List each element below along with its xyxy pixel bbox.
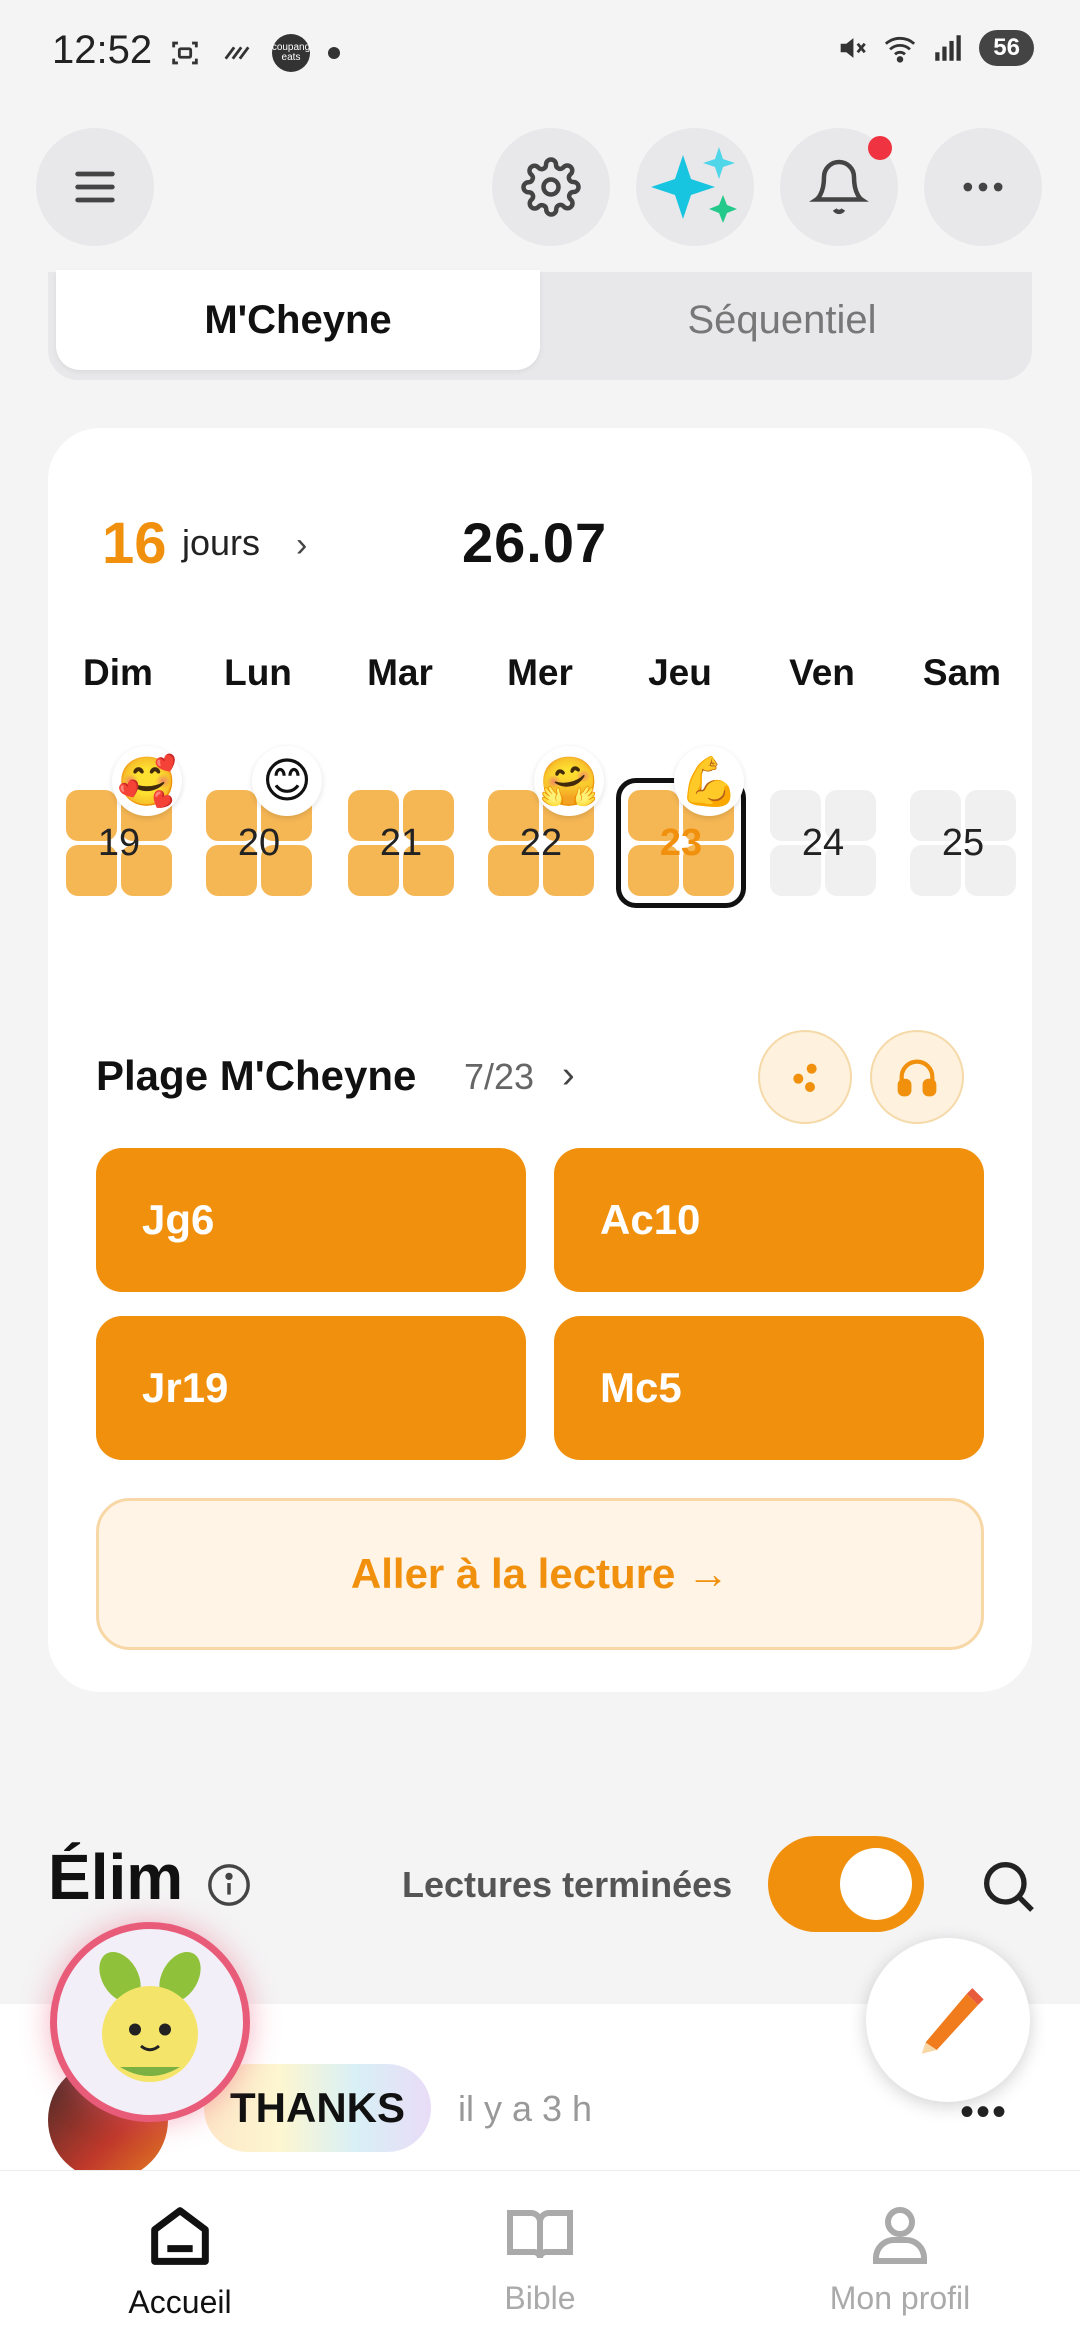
- streak-count[interactable]: 16: [102, 510, 167, 577]
- wifi-icon: [885, 36, 916, 63]
- notification-badge: [868, 136, 892, 160]
- chevron-right-icon[interactable]: ›: [562, 1054, 575, 1097]
- ai-assistant-button[interactable]: [636, 128, 754, 246]
- emoji-badge: 🥰: [112, 746, 182, 816]
- go-to-reading-button[interactable]: Aller à la lecture →: [96, 1498, 984, 1650]
- mascot-icon: [99, 1951, 201, 2082]
- signal-lines-icon: [224, 46, 250, 60]
- dots-cluster-icon: [793, 1063, 817, 1092]
- emoji-badge: 😊: [252, 746, 322, 816]
- home-icon: [151, 2207, 209, 2265]
- weekday-label: Lun: [224, 652, 292, 693]
- weekday-label: Dim: [83, 652, 153, 693]
- passage-button[interactable]: Mc5: [554, 1316, 984, 1460]
- nav-bible[interactable]: Bible: [430, 2198, 650, 2317]
- tab-mcheyne[interactable]: M'Cheyne: [56, 270, 540, 370]
- search-icon[interactable]: [976, 1854, 1040, 1918]
- hamburger-icon: [75, 171, 115, 203]
- weekday-label: Ven: [789, 652, 855, 693]
- finished-readings-label: Lectures terminées: [402, 1864, 733, 1905]
- day-cell[interactable]: 24: [770, 790, 876, 896]
- write-post-button[interactable]: [866, 1938, 1030, 2102]
- menu-button[interactable]: [36, 128, 154, 246]
- more-options-button[interactable]: [924, 128, 1042, 246]
- nav-home[interactable]: Accueil: [70, 2198, 290, 2321]
- day-cell-today[interactable]: 23 💪: [616, 746, 746, 908]
- status-time: 12:52: [52, 28, 153, 72]
- day-cell[interactable]: 19 🥰: [66, 746, 182, 896]
- finished-readings-toggle[interactable]: [768, 1836, 924, 1932]
- emoji-badge: 💪: [674, 746, 744, 816]
- day-cell[interactable]: 25: [910, 790, 1016, 896]
- day-cell[interactable]: 22 🤗: [488, 746, 604, 896]
- mascot-avatar-button[interactable]: [50, 1922, 250, 2122]
- thanks-badge: THANKS: [204, 2064, 431, 2152]
- status-icons-right: 56: [835, 30, 1034, 66]
- gear-icon: [521, 157, 581, 217]
- passage-button[interactable]: Ac10: [554, 1148, 984, 1292]
- sparkle-icon: [651, 147, 737, 223]
- day-number: 25: [941, 821, 985, 864]
- day-cell[interactable]: 20 😊: [206, 746, 322, 896]
- weekday-label: Mer: [507, 652, 573, 693]
- book-icon: [507, 2210, 573, 2259]
- day-cell[interactable]: 21: [348, 790, 454, 896]
- mute-icon: [840, 38, 867, 58]
- more-horizontal-icon: [963, 182, 1003, 192]
- passage-button[interactable]: Jr19: [96, 1316, 526, 1460]
- nav-profile[interactable]: Mon profil: [790, 2198, 1010, 2317]
- battery-indicator: 56: [979, 30, 1034, 66]
- nav-profile-label: Mon profil: [829, 2280, 971, 2316]
- bell-icon: [809, 159, 869, 215]
- current-date: 26.07: [462, 511, 608, 574]
- weekday-label: Sam: [922, 652, 1002, 693]
- day-number: 21: [379, 821, 423, 864]
- info-icon[interactable]: [206, 1862, 252, 1908]
- day-number: 24: [801, 821, 845, 864]
- tab-sequentiel[interactable]: Séquentiel: [540, 270, 1024, 370]
- reading-plan-title[interactable]: Plage M'Cheyne: [96, 1052, 416, 1100]
- streak-label[interactable]: jours: [182, 522, 260, 564]
- status-icons-left: coupang eats: [168, 34, 340, 72]
- settings-button[interactable]: [492, 128, 610, 246]
- headphones-icon: [897, 1059, 937, 1097]
- toggle-knob: [840, 1848, 912, 1920]
- coupang-app-icon: coupang eats: [272, 34, 310, 72]
- notifications-button[interactable]: [780, 128, 898, 246]
- passage-button[interactable]: Jg6: [96, 1148, 526, 1292]
- post-time: il y a 3 h: [458, 2088, 593, 2129]
- pencil-icon: [921, 1988, 984, 2054]
- audio-button[interactable]: [870, 1030, 964, 1124]
- notification-dot: [328, 47, 340, 59]
- weekday-label: Jeu: [648, 652, 712, 693]
- nav-bible-label: Bible: [504, 2280, 576, 2316]
- community-title: Élim: [48, 1841, 184, 1913]
- chevron-right-icon[interactable]: ›: [296, 526, 307, 565]
- share-button[interactable]: [758, 1030, 852, 1124]
- cell-signal-icon: [935, 35, 962, 61]
- weekday-label: Mar: [367, 652, 433, 693]
- user-icon: [873, 2207, 927, 2264]
- reading-plan-progress[interactable]: 7/23: [464, 1056, 534, 1098]
- screenshot-icon: [172, 41, 198, 65]
- nav-home-label: Accueil: [128, 2284, 232, 2320]
- emoji-badge: 🤗: [534, 746, 604, 816]
